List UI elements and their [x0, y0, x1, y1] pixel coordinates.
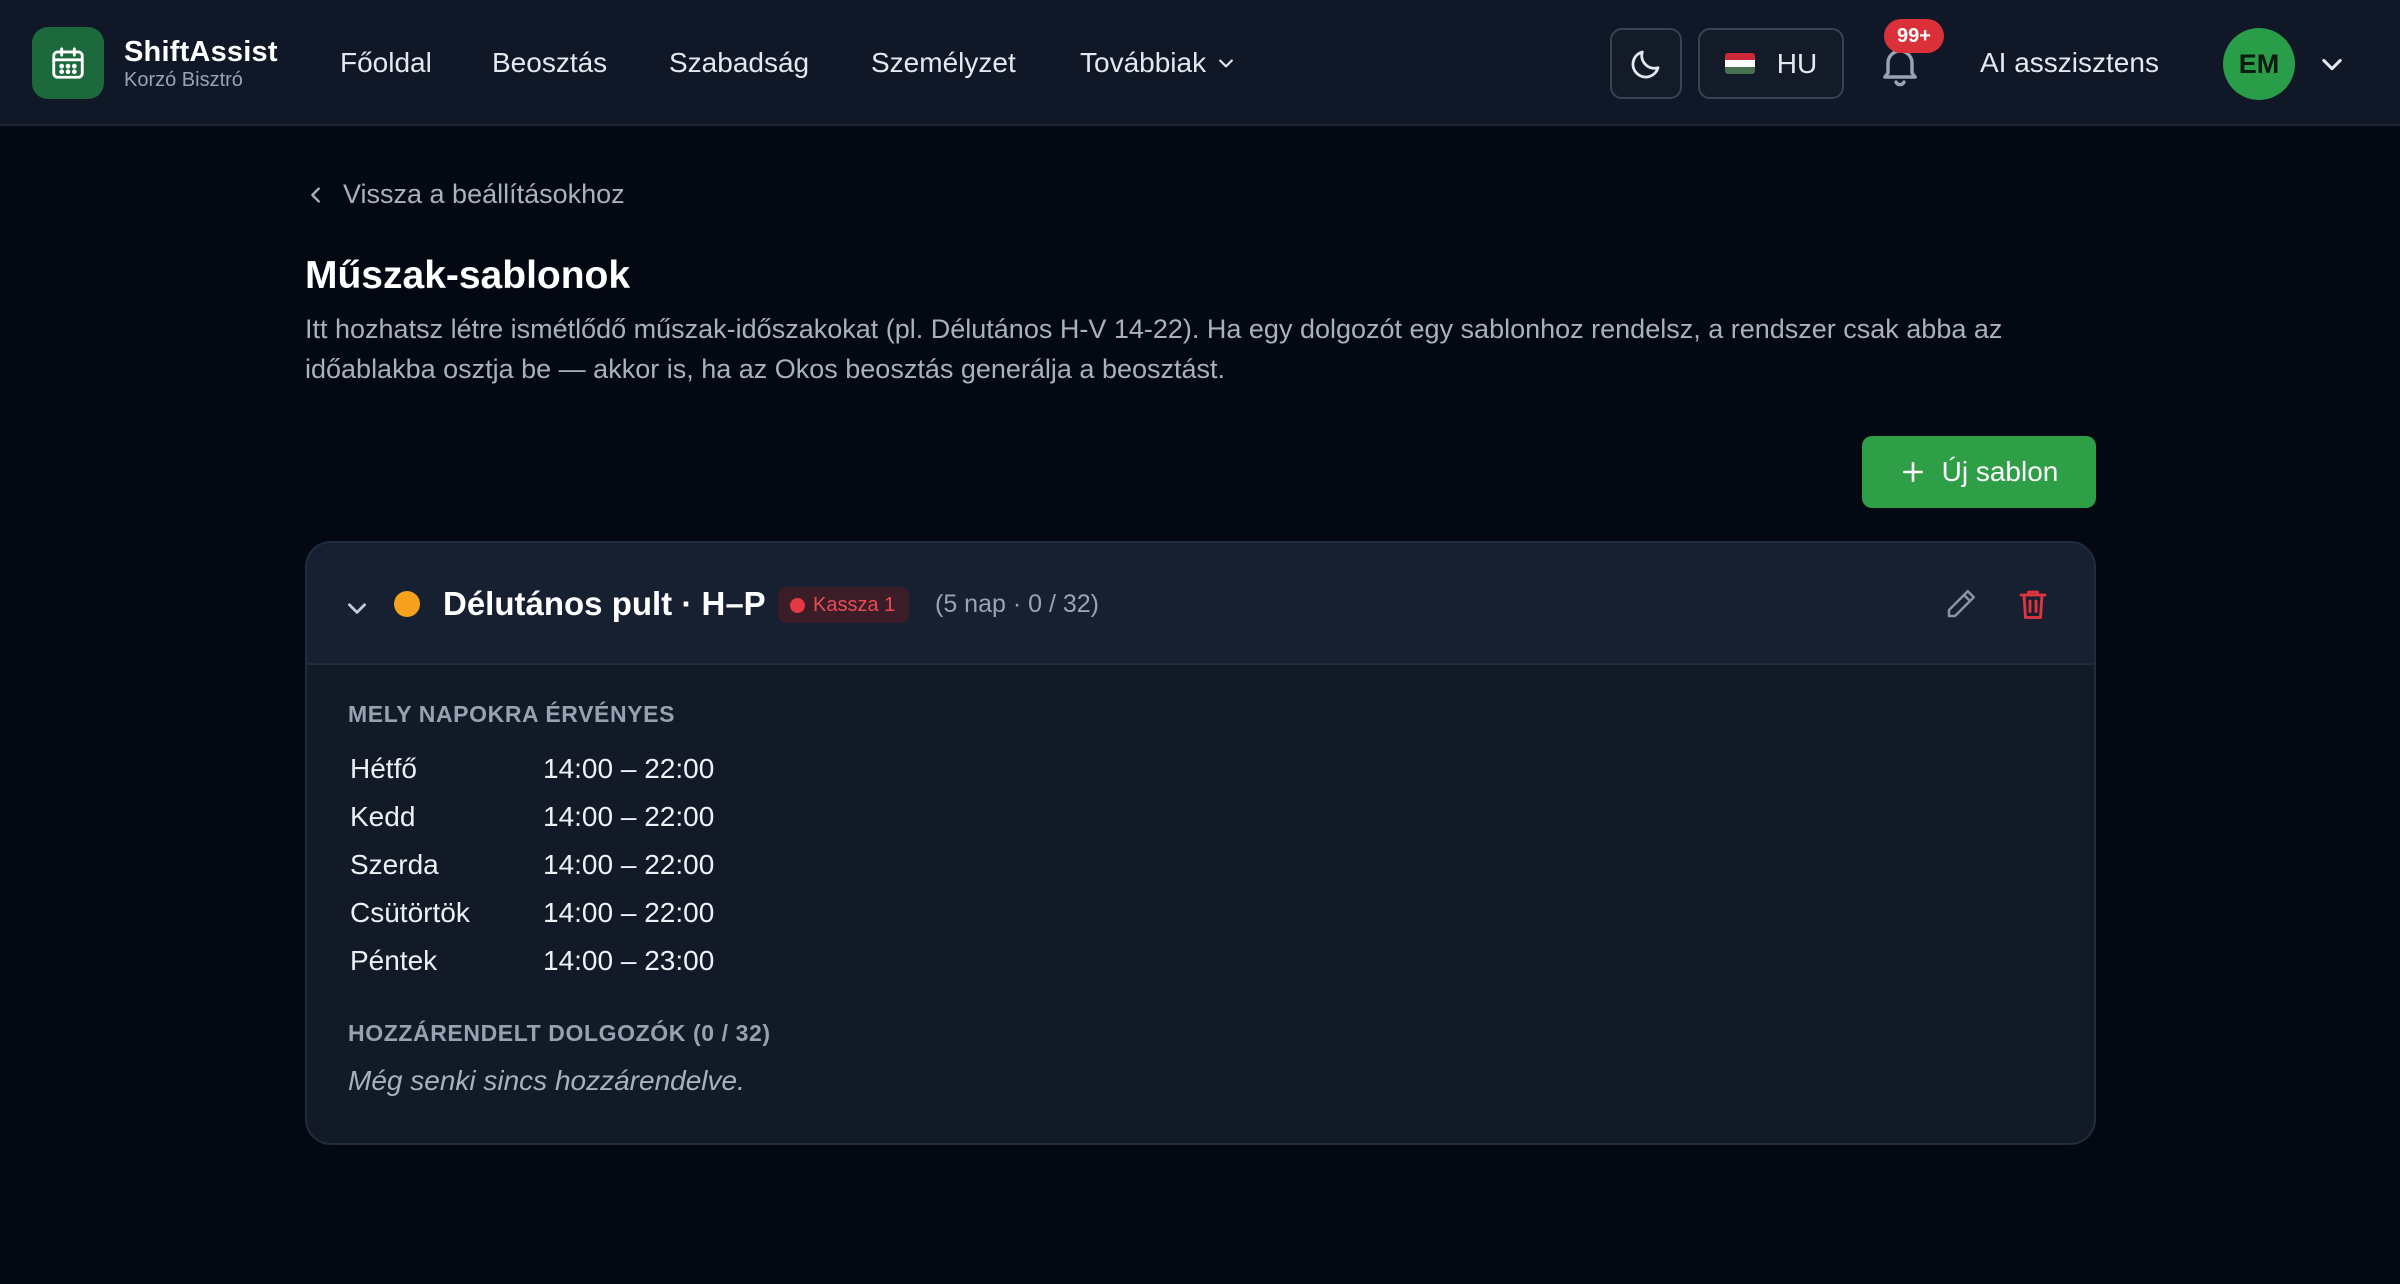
day-time-range: 14:00 – 23:00 — [543, 945, 715, 976]
nav-more-label: Továbbiak — [1080, 47, 1207, 78]
day-row: Kedd 14:00 – 22:00 — [350, 801, 714, 841]
chevron-down-icon — [1219, 59, 1234, 68]
chevron-down-icon[interactable] — [344, 595, 370, 621]
assigned-staff-heading: HOZZÁRENDELT DOLGOZÓK (0 / 32) — [348, 1020, 771, 1046]
new-template-button[interactable]: Új sablon — [1862, 436, 2096, 508]
nav-item-leave[interactable]: Szabadság — [669, 47, 809, 79]
nav-item-home[interactable]: Főoldal — [340, 47, 432, 79]
nav-item-schedule[interactable]: Beosztás — [492, 47, 607, 79]
chevron-left-icon — [311, 186, 320, 203]
back-link-label: Vissza a beállításokhoz — [343, 179, 625, 209]
hungarian-flag-icon — [1724, 53, 1755, 74]
day-time-range: 14:00 – 22:00 — [543, 849, 715, 880]
page-title: Műszak-sablonok — [305, 254, 631, 297]
day-time-range: 14:00 – 22:00 — [543, 801, 715, 832]
pencil-icon[interactable] — [1943, 586, 1979, 622]
day-name: Szerda — [350, 849, 439, 880]
restaurant-name: Korzó Bisztró — [124, 69, 243, 91]
template-summary: (5 nap · 0 / 32) — [935, 590, 1099, 618]
day-row: Péntek 14:00 – 23:00 — [350, 945, 714, 985]
plus-icon — [1902, 462, 1923, 482]
language-label: HU — [1776, 47, 1818, 79]
day-time-range: 14:00 – 22:00 — [543, 897, 715, 928]
valid-days-heading: MELY NAPOKRA ÉRVÉNYES — [348, 701, 676, 727]
ai-assistant-link[interactable]: AI asszisztens — [1980, 47, 2159, 79]
location-badge: Kassza 1 — [778, 587, 910, 623]
template-name: Délutános pult · H–P — [443, 585, 766, 622]
page-description: Itt hozhatsz létre ismétlődő műszak-idős… — [305, 314, 2003, 384]
day-row: Hétfő 14:00 – 22:00 — [350, 753, 714, 793]
notification-count-badge: 99+ — [1884, 19, 1944, 53]
location-badge-label: Kassza 1 — [813, 593, 896, 616]
day-name: Csütörtök — [350, 897, 470, 928]
day-row: Szerda 14:00 – 22:00 — [350, 849, 714, 889]
nav-item-staff[interactable]: Személyzet — [871, 47, 1016, 79]
theme-toggle-button[interactable] — [1610, 28, 1682, 99]
moon-icon — [1631, 50, 1660, 78]
location-color-dot — [790, 597, 805, 613]
trash-icon[interactable] — [2015, 586, 2051, 622]
back-to-settings-link[interactable]: Vissza a beállításokhoz — [305, 179, 625, 210]
top-navigation-bar: ShiftAssist Korzó Bisztró Főoldal Beoszt… — [0, 0, 2400, 126]
chevron-down-icon[interactable] — [2318, 50, 2346, 78]
app-name[interactable]: ShiftAssist — [124, 36, 278, 69]
new-template-label: Új sablon — [1941, 456, 2059, 487]
day-row: Csütörtök 14:00 – 22:00 — [350, 897, 714, 937]
template-card-header[interactable]: Délutános pult · H–P Kassza 1 (5 nap · 0… — [307, 543, 2094, 665]
shift-template-card: Délutános pult · H–P Kassza 1 (5 nap · 0… — [305, 541, 2096, 1145]
day-time-range: 14:00 – 22:00 — [543, 753, 715, 784]
day-name: Kedd — [350, 801, 416, 832]
avatar[interactable]: EM — [2223, 28, 2295, 100]
day-name: Péntek — [350, 945, 438, 976]
nav-item-more[interactable]: Továbbiak — [1080, 47, 1236, 79]
day-name: Hétfő — [350, 753, 417, 784]
calendar-icon[interactable] — [32, 27, 104, 99]
language-selector[interactable]: HU — [1698, 28, 1844, 99]
assigned-staff-empty-message: Még senki sincs hozzárendelve. — [348, 1065, 745, 1096]
template-color-dot — [394, 591, 420, 617]
